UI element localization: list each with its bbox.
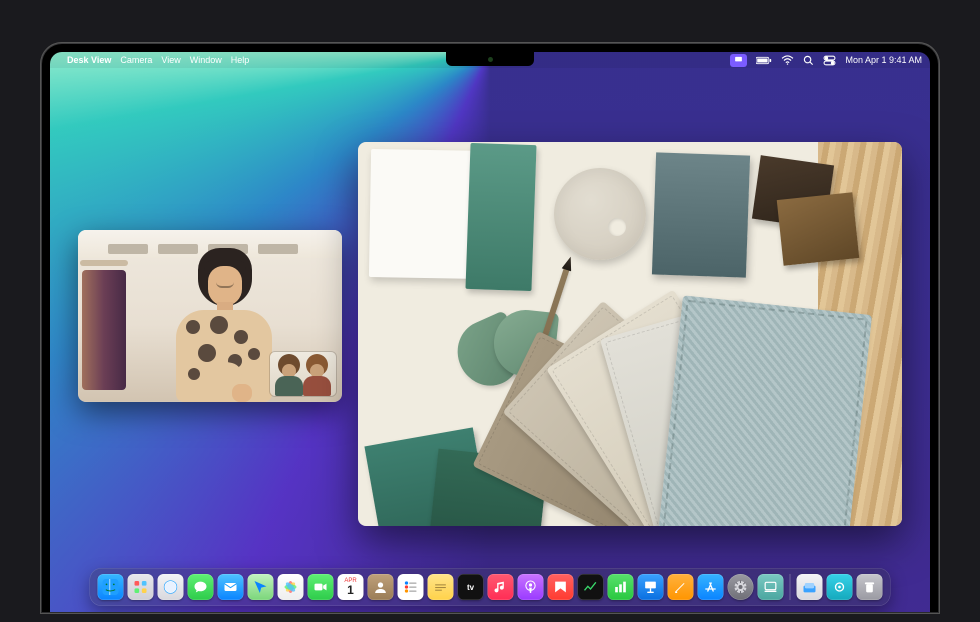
dock: APR 1 tv [90,568,891,606]
dock-appstore-icon[interactable] [698,574,724,600]
facetime-pip[interactable] [270,352,336,396]
dock-stocks-icon[interactable] [578,574,604,600]
dock-mail-icon[interactable] [218,574,244,600]
dock-podcasts-icon[interactable] [518,574,544,600]
facetime-window[interactable] [78,230,342,402]
app-menu-name[interactable]: Desk View [67,55,111,65]
display-notch [446,52,534,66]
dock-recent-picture[interactable] [827,574,853,600]
screen-bezel: Desk View Camera View Window Help [42,44,938,612]
calendar-day-number: 1 [347,584,354,596]
dock-news-icon[interactable] [548,574,574,600]
tv-icon-label: tv [467,583,474,592]
menu-camera[interactable]: Camera [120,55,152,65]
menu-help[interactable]: Help [231,55,250,65]
dock-reminders-icon[interactable] [398,574,424,600]
dock-contacts-icon[interactable] [368,574,394,600]
dock-downloads-stack[interactable] [797,574,823,600]
desktop[interactable]: Desk View Camera View Window Help [50,52,930,612]
dock-calendar-icon[interactable]: APR 1 [338,574,364,600]
battery-icon[interactable] [756,56,772,65]
menu-window[interactable]: Window [190,55,222,65]
control-center-icon[interactable] [823,55,836,66]
dock-keynote-icon[interactable] [638,574,664,600]
menubar-clock[interactable]: Mon Apr 1 9:41 AM [845,55,922,65]
dock-photos-icon[interactable] [278,574,304,600]
dock-finder-icon[interactable] [98,574,124,600]
dock-tv-icon[interactable]: tv [458,574,484,600]
dock-separator [790,574,791,600]
dock-messages-icon[interactable] [188,574,214,600]
dock-settings-icon[interactable] [728,574,754,600]
spotlight-search-icon[interactable] [803,55,814,66]
facetime-main-video [78,230,342,402]
screen-share-icon[interactable] [730,54,747,67]
laptop-frame: Desk View Camera View Window Help [40,42,940,614]
dock-notes-icon[interactable] [428,574,454,600]
dock-deskview-icon[interactable] [758,574,784,600]
facetime-presenter [170,242,278,402]
dock-pages-icon[interactable] [668,574,694,600]
wifi-icon[interactable] [781,55,794,65]
dock-safari-icon[interactable] [158,574,184,600]
dock-music-icon[interactable] [488,574,514,600]
dock-facetime-icon[interactable] [308,574,334,600]
menu-view[interactable]: View [161,55,180,65]
dock-numbers-icon[interactable] [608,574,634,600]
dock-launchpad-icon[interactable] [128,574,154,600]
dock-maps-icon[interactable] [248,574,274,600]
desk-view-video [358,142,902,526]
dock-trash-icon[interactable] [857,574,883,600]
desk-view-window[interactable] [358,142,902,526]
